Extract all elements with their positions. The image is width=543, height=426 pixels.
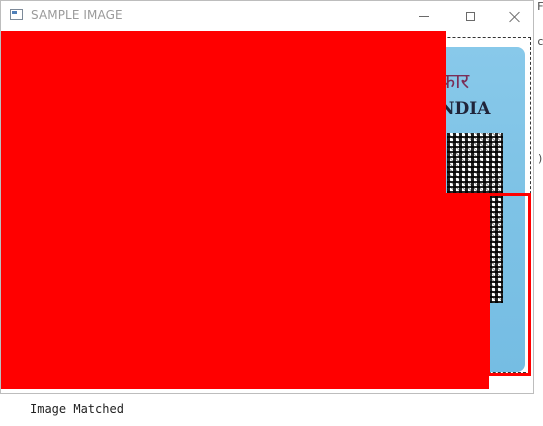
close-icon (509, 11, 520, 22)
image-display: कार NDIA (1, 31, 533, 393)
red-mask-region (1, 376, 487, 389)
app-window-icon (10, 9, 23, 20)
image-window[interactable]: SAMPLE IMAGE कार NDIA (0, 0, 534, 394)
console-output: Image Matched (30, 402, 124, 416)
screen: F c ) SAMPLE IMAGE कार NDIA Image Matche… (0, 0, 543, 426)
minimize-icon (419, 15, 429, 17)
red-mask-region (446, 193, 489, 389)
window-title: SAMPLE IMAGE (31, 8, 123, 22)
minimize-button[interactable] (401, 1, 447, 31)
red-mask-region (413, 31, 446, 39)
maximize-button[interactable] (447, 1, 493, 31)
red-match-outline (487, 193, 531, 376)
window-titlebar[interactable]: SAMPLE IMAGE (1, 1, 533, 31)
background-text-fragment: F (537, 0, 543, 13)
background-text-fragment: ) (537, 152, 543, 165)
close-button[interactable] (491, 1, 537, 31)
background-text-fragment: c (537, 35, 543, 48)
red-mask-region (1, 31, 446, 389)
maximize-icon (465, 11, 475, 21)
